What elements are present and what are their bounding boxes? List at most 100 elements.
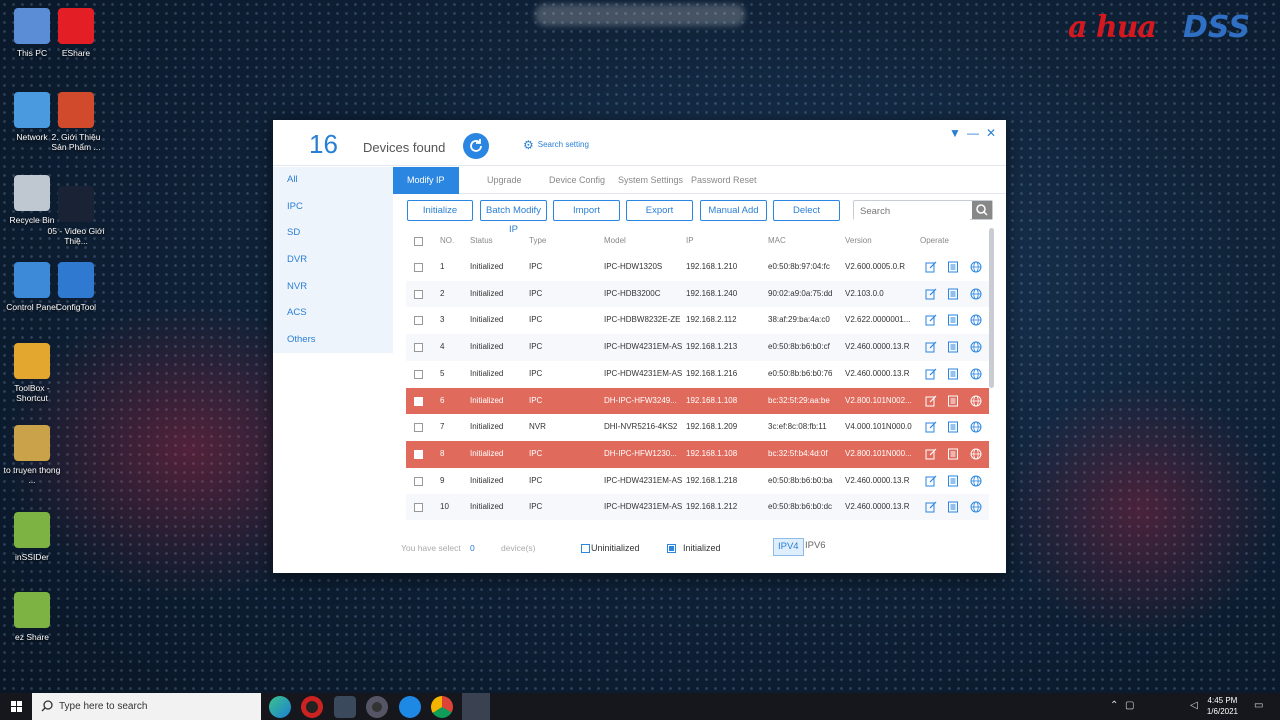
search-setting-link[interactable]: ⚙ Search setting bbox=[523, 138, 589, 152]
clock[interactable]: 4:45 PM 1/6/2021 bbox=[1207, 695, 1238, 717]
record-icon[interactable] bbox=[301, 696, 323, 718]
row-checkbox[interactable] bbox=[414, 396, 423, 406]
tab-password-reset[interactable]: Password Reset bbox=[691, 167, 757, 194]
edit-icon[interactable] bbox=[925, 395, 937, 407]
ipv4-toggle[interactable]: IPV4 bbox=[773, 538, 804, 556]
delect-button[interactable]: Delect bbox=[773, 200, 840, 221]
dropdown-icon[interactable]: ▼ bbox=[946, 126, 964, 140]
chrome-icon[interactable] bbox=[431, 696, 453, 718]
row-checkbox[interactable] bbox=[414, 263, 423, 272]
desktop-shortcut[interactable]: inSSIDer bbox=[2, 512, 62, 562]
desktop-shortcut[interactable]: EShare bbox=[46, 8, 106, 58]
edit-icon[interactable] bbox=[925, 475, 937, 487]
edge-icon[interactable] bbox=[269, 696, 291, 718]
configtool-taskbar-icon[interactable] bbox=[462, 693, 490, 720]
row-checkbox[interactable] bbox=[414, 449, 423, 459]
tray-chevron-icon[interactable]: ⌃ bbox=[1110, 700, 1118, 711]
details-icon[interactable] bbox=[947, 395, 959, 407]
desktop-shortcut[interactable]: 05 - Video Giới Thiệ... bbox=[46, 186, 106, 246]
tab-device-config[interactable]: Device Config bbox=[549, 167, 605, 194]
ipv6-toggle[interactable]: IPV6 bbox=[801, 538, 830, 556]
select-all-checkbox[interactable] bbox=[414, 237, 423, 246]
row-checkbox[interactable] bbox=[414, 343, 423, 353]
desktop-shortcut[interactable]: 2. Giới Thiệu Sản Phẩm ... bbox=[46, 92, 106, 152]
details-icon[interactable] bbox=[947, 288, 959, 300]
tab-system-settings[interactable]: System Settings bbox=[618, 167, 683, 194]
web-icon[interactable] bbox=[970, 448, 982, 460]
edit-icon[interactable] bbox=[925, 448, 937, 460]
batch-modify-ip-button[interactable]: Batch Modify IP bbox=[480, 200, 547, 235]
weather-icon[interactable] bbox=[334, 696, 356, 718]
table-row[interactable]: 7 Initialized NVR DHI-NVR5216-4KS2 192.168.1… bbox=[406, 414, 989, 441]
details-icon[interactable] bbox=[947, 448, 959, 460]
start-button[interactable] bbox=[0, 693, 32, 720]
table-row[interactable]: 6 Initialized IPC DH-IPC-HFW3249... 192.168.… bbox=[406, 387, 989, 415]
edit-icon[interactable] bbox=[925, 368, 937, 380]
row-checkbox[interactable] bbox=[414, 423, 423, 433]
search-button[interactable] bbox=[972, 201, 992, 219]
web-icon[interactable] bbox=[970, 288, 982, 300]
minimize-icon[interactable]: — bbox=[964, 126, 982, 140]
table-scrollbar[interactable] bbox=[989, 228, 994, 388]
table-row[interactable]: 10 Initialized IPC IPC-HDW4231EM-AS 192.168.… bbox=[406, 494, 989, 520]
sidebar-item-others[interactable]: Others bbox=[273, 327, 393, 354]
web-icon[interactable] bbox=[970, 501, 982, 513]
row-checkbox[interactable] bbox=[414, 316, 423, 326]
web-icon[interactable] bbox=[970, 368, 982, 380]
edit-icon[interactable] bbox=[925, 314, 937, 326]
details-icon[interactable] bbox=[947, 341, 959, 353]
volume-icon[interactable]: ◁ bbox=[1190, 700, 1198, 711]
initialized-legend-icon[interactable] bbox=[667, 544, 676, 553]
web-icon[interactable] bbox=[970, 475, 982, 487]
details-icon[interactable] bbox=[947, 475, 959, 487]
sidebar-item-nvr[interactable]: NVR bbox=[273, 274, 393, 301]
details-icon[interactable] bbox=[947, 261, 959, 273]
table-row[interactable]: 5 Initialized IPC IPC-HDW4231EM-AS 192.168.1… bbox=[406, 361, 989, 388]
web-icon[interactable] bbox=[970, 395, 982, 407]
table-row[interactable]: 1 Initialized IPC IPC-HDW1320S 192.168.1.210… bbox=[406, 254, 989, 281]
desktop-shortcut[interactable]: ez Share bbox=[2, 592, 62, 642]
row-checkbox[interactable] bbox=[414, 476, 423, 486]
desktop-shortcut[interactable]: ConfigTool bbox=[46, 262, 106, 312]
table-row[interactable]: 4 Initialized IPC IPC-HDW4231EM-AS 192.168.1… bbox=[406, 334, 989, 361]
web-icon[interactable] bbox=[970, 421, 982, 433]
row-checkbox[interactable] bbox=[414, 369, 423, 379]
table-row[interactable]: 9 Initialized IPC IPC-HDW4231EM-AS 192.168.1… bbox=[406, 468, 989, 495]
import-button[interactable]: Import bbox=[553, 200, 620, 221]
export-button[interactable]: Export bbox=[626, 200, 693, 221]
details-icon[interactable] bbox=[947, 421, 959, 433]
web-icon[interactable] bbox=[970, 314, 982, 326]
row-checkbox[interactable] bbox=[414, 289, 423, 299]
web-icon[interactable] bbox=[970, 261, 982, 273]
sidebar-item-ipc[interactable]: IPC bbox=[273, 194, 393, 221]
camera-icon[interactable] bbox=[366, 696, 388, 718]
sidebar-item-sd[interactable]: SD bbox=[273, 220, 393, 247]
web-icon[interactable] bbox=[970, 341, 982, 353]
edit-icon[interactable] bbox=[925, 288, 937, 300]
sidebar-item-all[interactable]: All bbox=[273, 167, 393, 194]
sidebar-item-acs[interactable]: ACS bbox=[273, 300, 393, 327]
table-row[interactable]: 3 Initialized IPC IPC-HDBW8232E-ZE 192.168.2… bbox=[406, 307, 989, 334]
tab-upgrade[interactable]: Upgrade bbox=[487, 167, 522, 194]
search-input[interactable] bbox=[854, 202, 970, 221]
uninitialized-legend-icon[interactable] bbox=[581, 544, 590, 553]
edit-icon[interactable] bbox=[925, 501, 937, 513]
ie-icon[interactable] bbox=[399, 696, 421, 718]
table-row[interactable]: 8 Initialized IPC DH-IPC-HFW1230... 192.168.… bbox=[406, 440, 989, 468]
initialize-button[interactable]: Initialize bbox=[407, 200, 473, 221]
close-icon[interactable]: ✕ bbox=[982, 126, 1000, 140]
tab-modify-ip[interactable]: Modify IP bbox=[393, 167, 459, 194]
tray-network-icon[interactable]: ▢ bbox=[1125, 700, 1134, 711]
details-icon[interactable] bbox=[947, 368, 959, 380]
details-icon[interactable] bbox=[947, 501, 959, 513]
row-checkbox[interactable] bbox=[414, 503, 423, 513]
edit-icon[interactable] bbox=[925, 341, 937, 353]
edit-icon[interactable] bbox=[925, 261, 937, 273]
notification-icon[interactable]: ▭ bbox=[1254, 700, 1263, 711]
desktop-shortcut[interactable]: ToolBox - Shortcut bbox=[2, 343, 62, 403]
edit-icon[interactable] bbox=[925, 421, 937, 433]
table-row[interactable]: 2 Initialized IPC IPC-HDB3200C 192.168.1.240… bbox=[406, 280, 989, 308]
manual-add-button[interactable]: Manual Add bbox=[700, 200, 767, 221]
refresh-button[interactable] bbox=[463, 133, 489, 159]
sidebar-item-dvr[interactable]: DVR bbox=[273, 247, 393, 274]
